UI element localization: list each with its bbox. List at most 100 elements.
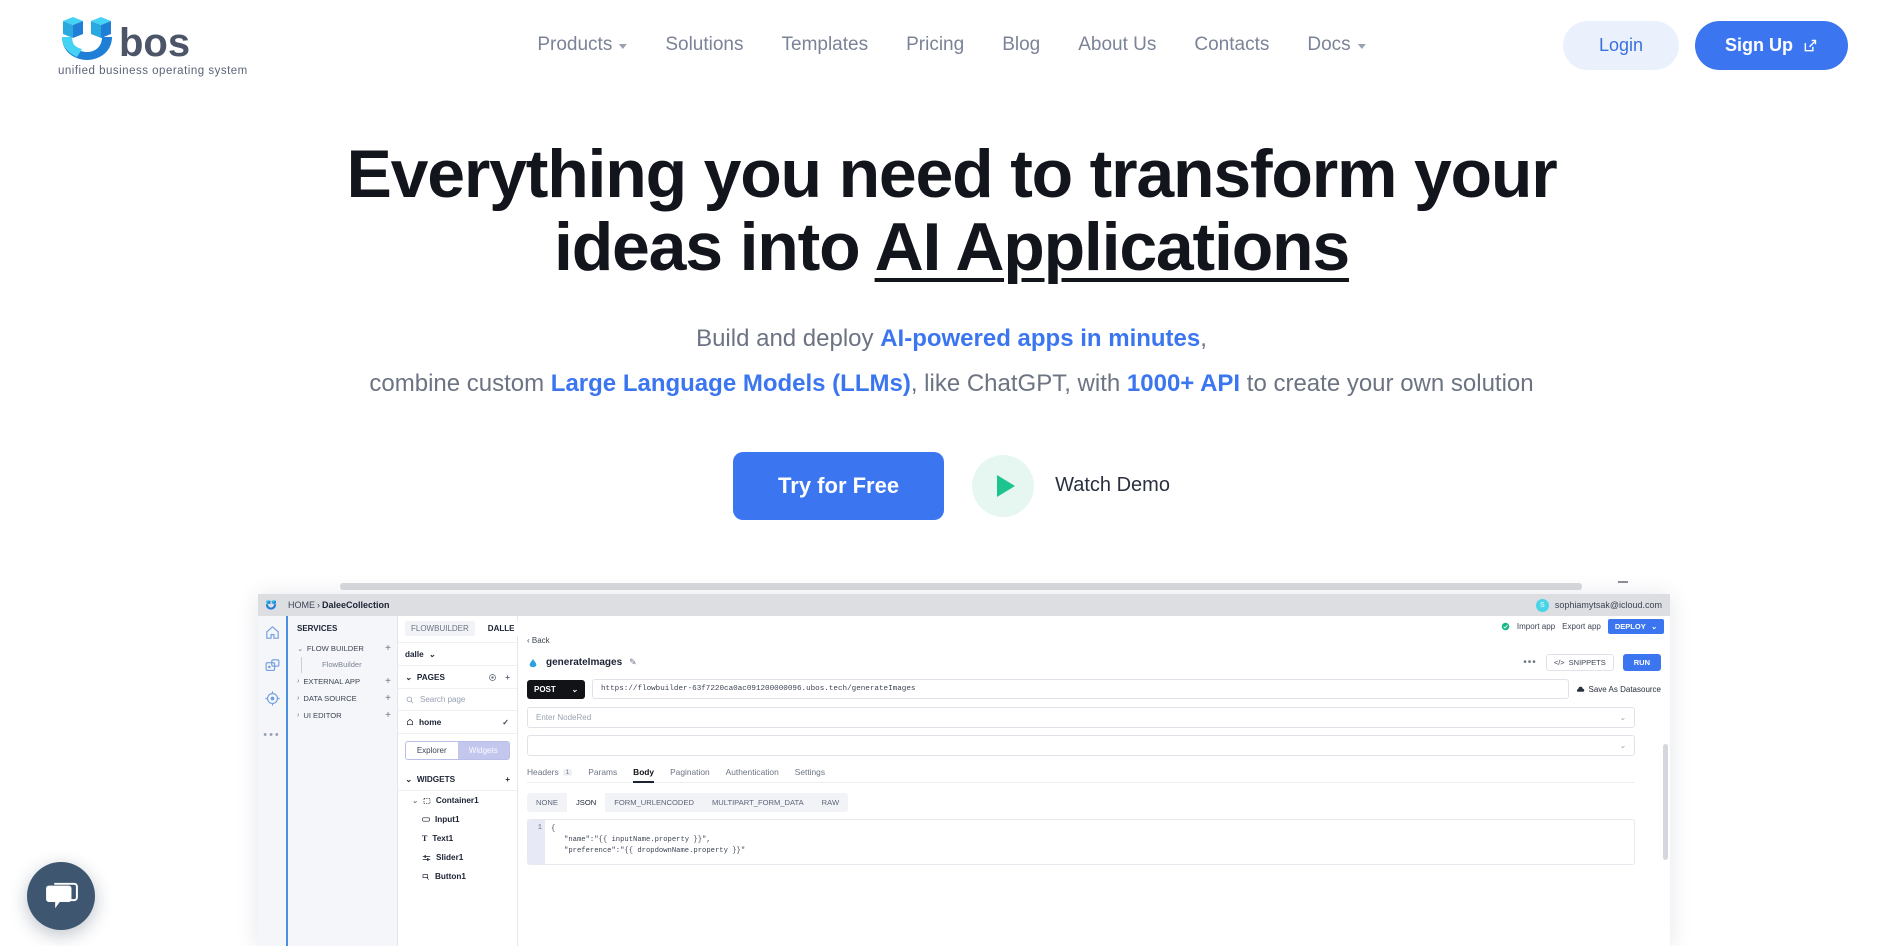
chevron-down-icon: ⌄ (297, 645, 303, 653)
widgets-header: ⌄WIDGETS + (398, 766, 517, 791)
nav-item-contacts[interactable]: Contacts (1175, 34, 1288, 56)
nav-item-pricing[interactable]: Pricing (887, 34, 983, 56)
tab-headers-label: Headers (527, 767, 559, 777)
chevron-down-icon: ⌄ (571, 685, 578, 694)
tab-dalle[interactable]: DALLE (482, 621, 521, 636)
chat-widget-button[interactable] (27, 862, 95, 930)
chevron-down-icon: ⌄ (1619, 741, 1626, 750)
add-icon[interactable]: + (385, 710, 391, 721)
app-selector[interactable]: dalle⌄ (398, 643, 517, 666)
chevron-down-icon: ⌄ (405, 672, 412, 682)
json-body-editor[interactable]: 1 { "name":"{{ inputName.property }}", "… (527, 819, 1635, 865)
page-item-home[interactable]: home ✓ (398, 711, 517, 734)
apps-icon[interactable] (264, 657, 281, 674)
try-for-free-button[interactable]: Try for Free (733, 452, 944, 520)
body-type-multipart-form-data[interactable]: MULTIPART_FORM_DATA (703, 793, 813, 812)
add-icon[interactable]: + (385, 643, 391, 654)
save-as-datasource-button[interactable]: Save As Datasource (1576, 685, 1661, 694)
nav-item-products[interactable]: Products (518, 34, 646, 56)
search-page-input[interactable]: Search page (398, 689, 517, 711)
search-page-placeholder: Search page (420, 695, 465, 704)
pages-panel: FLOWBUILDER DALLE dalle⌄ ⌄ PAGES + Search… (398, 616, 518, 946)
segment-explorer[interactable]: Explorer (406, 742, 458, 759)
top-navigation-bar: bos unified business operating system Pr… (0, 0, 1903, 90)
nav-item-blog[interactable]: Blog (983, 34, 1059, 56)
secondary-select-value (536, 741, 538, 750)
edit-pencil-icon[interactable]: ✎ (629, 657, 637, 668)
add-widget-icon[interactable]: + (505, 775, 510, 784)
deploy-button[interactable]: DEPLOY ⌄ (1608, 619, 1664, 634)
more-options-icon[interactable]: ••• (263, 729, 281, 741)
login-button[interactable]: Login (1563, 21, 1679, 70)
services-child-flowbuilder[interactable]: FlowBuilder (301, 657, 397, 673)
nodered-select-placeholder: Enter NodeRed (536, 713, 591, 722)
add-page-icon[interactable]: + (505, 673, 510, 682)
import-app-button[interactable]: Import app (1517, 622, 1555, 631)
widget-item-container1[interactable]: ⌄ Container1 (398, 791, 517, 810)
services-item-flow-builder[interactable]: ⌄FLOW BUILDER + (288, 640, 397, 657)
url-input[interactable]: https://flowbuilder-63f7220ca0ac09120000… (592, 679, 1569, 699)
hero-sub-line2-highlight-llm: Large Language Models (LLMs) (551, 370, 911, 397)
secondary-select[interactable]: ⌄ (527, 735, 1635, 756)
services-item-ui-editor[interactable]: ›UI EDITOR + (288, 707, 397, 724)
signup-button[interactable]: Sign Up (1695, 21, 1848, 70)
back-button[interactable]: ‹ Back (527, 634, 1661, 654)
gear-icon[interactable] (264, 690, 281, 707)
tab-params[interactable]: Params (588, 767, 617, 777)
settings-icon[interactable] (488, 673, 497, 682)
site-logo[interactable]: bos unified business operating system (55, 14, 260, 77)
breadcrumb-current: DaleeCollection (322, 600, 390, 610)
services-panel-title: SERVICES (288, 622, 397, 640)
breadcrumb[interactable]: HOME›DaleeCollection (288, 600, 390, 610)
nav-item-solutions[interactable]: Solutions (646, 34, 762, 56)
tab-authentication[interactable]: Authentication (726, 767, 779, 777)
services-item-data-source[interactable]: ›DATA SOURCE + (288, 690, 397, 707)
text-icon: T (422, 834, 427, 843)
user-account[interactable]: S sophiamytsak@icloud.com (1536, 599, 1662, 612)
http-method-select[interactable]: POST ⌄ (527, 680, 585, 699)
body-type-raw[interactable]: RAW (813, 793, 848, 812)
add-icon[interactable]: + (385, 693, 391, 704)
nav-item-templates[interactable]: Templates (763, 34, 888, 56)
home-icon[interactable] (264, 624, 281, 641)
segment-widgets[interactable]: Widgets (458, 742, 510, 759)
search-icon (406, 696, 414, 704)
chevron-down-icon: ⌄ (1619, 713, 1626, 722)
tab-body[interactable]: Body (633, 767, 654, 777)
more-options-icon[interactable]: ••• (1523, 657, 1537, 668)
tab-flowbuilder[interactable]: FLOWBUILDER (405, 621, 475, 636)
body-type-none[interactable]: NONE (527, 793, 567, 812)
pages-header-label: PAGES (417, 673, 445, 682)
nav-item-products-label: Products (537, 34, 612, 56)
container-icon (423, 797, 431, 805)
chevron-down-icon: ⌄ (405, 774, 412, 784)
widget-item-slider1[interactable]: Slider1 (398, 848, 517, 867)
tab-headers[interactable]: Headers 1 (527, 767, 572, 777)
widget-item-text1[interactable]: T Text1 (398, 829, 517, 848)
slider-icon (422, 854, 431, 862)
snippets-button[interactable]: </> SNIPPETS (1546, 654, 1614, 671)
body-type-json[interactable]: JSON (567, 793, 605, 812)
hero-subtitle: Build and deploy AI-powered apps in minu… (0, 320, 1903, 402)
vertical-scrollbar[interactable] (1663, 744, 1668, 860)
tab-settings[interactable]: Settings (795, 767, 825, 777)
nav-item-docs[interactable]: Docs (1288, 34, 1384, 56)
nav-actions: Login Sign Up (1563, 21, 1848, 70)
play-icon (972, 455, 1034, 517)
widget-item-input1[interactable]: Input1 (398, 810, 517, 829)
run-button[interactable]: RUN (1623, 654, 1661, 671)
services-item-external-app[interactable]: ›EXTERNAL APP + (288, 673, 397, 690)
chevron-down-icon: ⌄ (1651, 622, 1657, 631)
widget-item-button1-label: Button1 (435, 872, 466, 881)
export-app-button[interactable]: Export app (1562, 622, 1601, 631)
nodered-select[interactable]: Enter NodeRed ⌄ (527, 707, 1635, 728)
chevron-down-icon (619, 44, 627, 49)
tab-pagination[interactable]: Pagination (670, 767, 710, 777)
watch-demo-button[interactable]: Watch Demo (972, 455, 1170, 517)
widget-item-button1[interactable]: Button1 (398, 867, 517, 886)
add-icon[interactable]: + (385, 676, 391, 687)
nav-item-docs-label: Docs (1307, 34, 1350, 56)
body-type-form-urlencoded[interactable]: FORM_URLENCODED (605, 793, 703, 812)
nav-item-about-us[interactable]: About Us (1059, 34, 1175, 56)
button-icon (422, 873, 430, 881)
